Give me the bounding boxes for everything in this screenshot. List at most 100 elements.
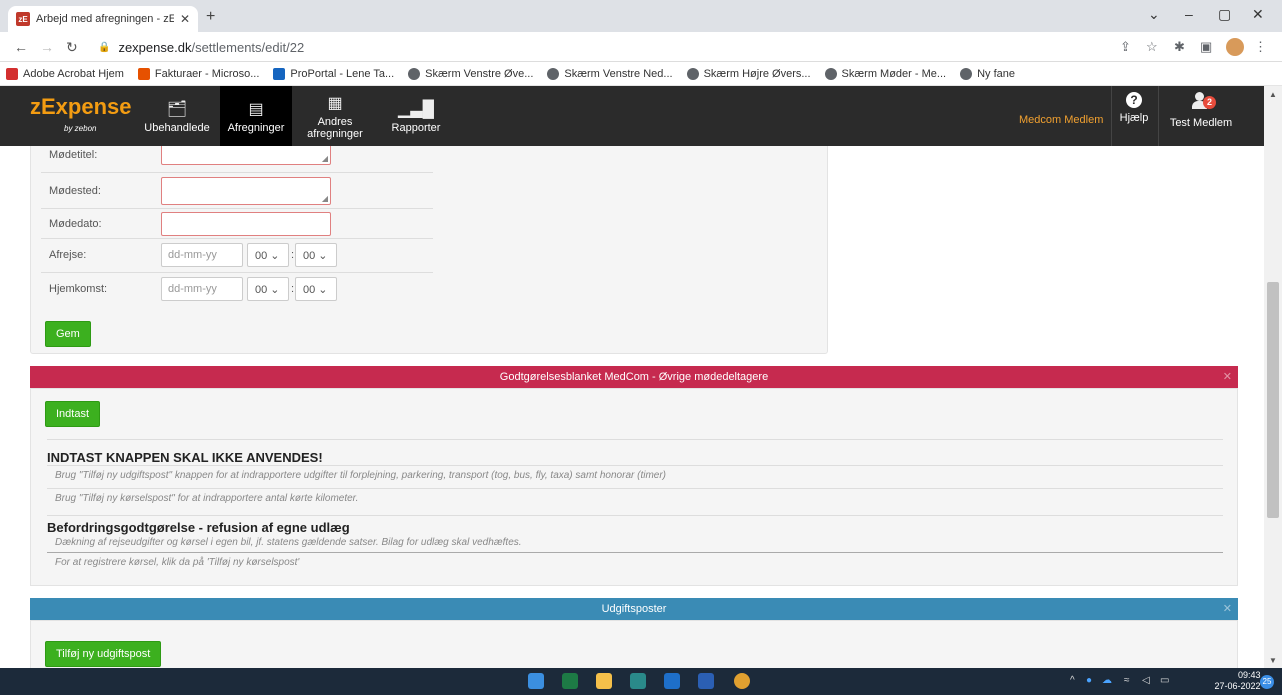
windows-taskbar: ^ ● ☁ ≈ ◁ ▭ 09:43 27-06-2022 25 <box>0 668 1282 695</box>
nav-rapporter[interactable]: ▁▃█ Rapporter <box>378 86 454 146</box>
departure-hour-select[interactable]: 00 ⌄ <box>247 243 289 267</box>
save-button[interactable]: Gem <box>45 321 91 347</box>
bookmark-item[interactable]: Ny fane <box>960 67 1015 80</box>
onedrive-icon[interactable]: ☁ <box>1102 675 1112 686</box>
zexpense-logo[interactable]: zExpense <box>30 94 132 120</box>
tray-app-icon[interactable]: ● <box>1086 675 1092 686</box>
chrome-menu-icon[interactable]: ⋮ <box>1254 39 1267 55</box>
field-label-title: Mødetitel: <box>49 149 98 161</box>
form-row: Mødedato: <box>41 209 433 239</box>
scrollbar-thumb[interactable] <box>1267 282 1279 518</box>
tab-title: Arbejd med afregningen - zExper <box>36 13 174 25</box>
bookmark-star-icon[interactable]: ☆ <box>1146 39 1158 55</box>
nav-andres-afregninger[interactable]: ▦ Andres afregninger <box>296 86 374 146</box>
scroll-down-icon[interactable]: ▼ <box>1269 656 1277 665</box>
user-badge: 2 <box>1203 96 1216 109</box>
new-tab-button[interactable]: + <box>206 8 215 26</box>
section-title: Udgiftsposter <box>601 603 667 615</box>
bookmark-item[interactable]: ProPortal - Lene Ta... <box>273 67 394 80</box>
forward-icon[interactable]: → <box>40 39 54 55</box>
tray-chevron-icon[interactable]: ^ <box>1070 675 1075 686</box>
share-icon[interactable]: ⇪ <box>1120 39 1131 55</box>
volume-icon[interactable]: ◁ <box>1142 675 1150 686</box>
url-field[interactable]: 🔒 zexpense.dk/settlements/edit/22 <box>88 36 1088 58</box>
bookmark-item[interactable]: Skærm Møder - Me... <box>824 67 946 80</box>
nav-afregninger[interactable]: ▤ Afregninger <box>220 86 292 146</box>
header-divider <box>1111 86 1112 146</box>
return-minute-select[interactable]: 00 ⌄ <box>295 277 337 301</box>
planner-icon[interactable] <box>630 673 646 689</box>
nav-ubehandlede[interactable]: 🗂 Ubehandlede <box>138 86 216 146</box>
tab-search-icon[interactable]: ⌄ <box>1148 6 1160 23</box>
browser-tabstrip: zE Arbejd med afregningen - zExper ✕ + ⌄… <box>0 0 1282 32</box>
globe-icon <box>547 67 560 80</box>
bookmark-item[interactable]: Skærm Venstre Ned... <box>547 67 673 80</box>
note-udgiftspost: Brug "Tilføj ny udgiftspost" knappen for… <box>47 465 1223 485</box>
field-label-return: Hjemkomst: <box>49 283 108 295</box>
bookmark-item[interactable]: Skærm Højre Øvers... <box>686 67 811 80</box>
globe-icon <box>960 67 973 80</box>
user-icon: 2 <box>1191 92 1216 110</box>
back-icon[interactable]: ← <box>14 39 28 55</box>
form-row: Hjemkomst: dd-mm-yy 00 ⌄ : 00 ⌄ <box>41 273 433 307</box>
return-date-input[interactable]: dd-mm-yy <box>161 277 243 301</box>
section-close-icon[interactable]: ✕ <box>1223 366 1232 388</box>
minimize-icon[interactable]: – <box>1185 6 1193 22</box>
clock-time: 09:43 <box>1238 670 1261 680</box>
document-icon: ▤ <box>248 100 264 118</box>
indtast-button[interactable]: Indtast <box>45 401 101 427</box>
window-close-icon[interactable]: ✕ <box>1252 6 1264 23</box>
bookmark-item[interactable]: Adobe Acrobat Hjem <box>6 67 124 80</box>
url-path: /settlements/edit/22 <box>191 39 305 55</box>
tab-close-icon[interactable]: ✕ <box>180 12 190 26</box>
meeting-title-input[interactable]: ◢ <box>161 146 331 165</box>
scroll-up-icon[interactable]: ▲ <box>1269 90 1277 99</box>
battery-icon[interactable]: ▭ <box>1160 675 1169 686</box>
warning-heading: INDTAST KNAPPEN SKAL IKKE ANVENDES! <box>47 450 323 465</box>
clock-date: 27-06-2022 <box>1214 681 1261 691</box>
bookmark-favicon-icon <box>137 67 150 80</box>
bookmark-favicon-icon <box>6 67 18 80</box>
extensions-icon[interactable]: ✱ <box>1174 39 1185 55</box>
page-scrollbar[interactable]: ▲ ▼ <box>1264 86 1282 668</box>
return-hour-select[interactable]: 00 ⌄ <box>247 277 289 301</box>
file-explorer-icon[interactable] <box>596 673 612 689</box>
section-close-icon[interactable]: ✕ <box>1223 598 1232 620</box>
form-row: Mødested: ◢ <box>41 173 433 209</box>
meeting-date-input[interactable] <box>161 212 331 236</box>
help-icon: ? <box>1126 92 1142 108</box>
note-korselspost: Brug "Tilføj ny kørselspost" for at indr… <box>47 488 1223 508</box>
wifi-icon[interactable]: ≈ <box>1124 675 1130 686</box>
chrome-icon[interactable] <box>734 673 750 689</box>
documents-icon: ▦ <box>327 94 343 112</box>
add-expense-button[interactable]: Tilføj ny udgiftspost <box>45 641 162 667</box>
meeting-place-input[interactable]: ◢ <box>161 177 331 205</box>
field-label-date: Mødedato: <box>49 218 102 230</box>
departure-date-input[interactable]: dd-mm-yy <box>161 243 243 267</box>
lock-icon: 🔒 <box>98 41 111 53</box>
help-button[interactable]: ? Hjælp <box>1117 92 1151 124</box>
start-icon[interactable] <box>528 673 544 689</box>
bookmark-item[interactable]: Skærm Venstre Øve... <box>408 67 533 80</box>
header-divider <box>1158 86 1159 146</box>
excel-icon[interactable] <box>562 673 578 689</box>
departure-minute-select[interactable]: 00 ⌄ <box>295 243 337 267</box>
section-title: Godtgørelsesblanket MedCom - Øvrige møde… <box>499 371 769 383</box>
profile-avatar[interactable] <box>1226 38 1244 56</box>
meeting-form-panel: Mødetitel: ◢ Mødested: ◢ Mødedato: Afrej… <box>30 146 828 354</box>
user-menu[interactable]: 2 Test Medlem <box>1166 92 1236 129</box>
maximize-icon[interactable]: ▢ <box>1218 6 1231 23</box>
bookmark-item[interactable]: Fakturaer - Microso... <box>137 67 259 80</box>
url-host: zexpense.dk <box>118 39 192 55</box>
notification-badge[interactable]: 25 <box>1260 675 1274 689</box>
field-label-place: Mødested: <box>49 185 101 197</box>
taskbar-clock[interactable]: 09:43 27-06-2022 <box>1214 670 1261 692</box>
company-switcher[interactable]: Medcom Medlem <box>1019 114 1103 126</box>
side-panel-icon[interactable]: ▣ <box>1200 39 1212 55</box>
section-header-udgiftsposter: Udgiftsposter ✕ <box>30 598 1238 620</box>
browser-tab[interactable]: zE Arbejd med afregningen - zExper ✕ <box>8 6 198 32</box>
word-icon[interactable] <box>698 673 714 689</box>
outlook-icon[interactable] <box>664 673 680 689</box>
reload-icon[interactable]: ↻ <box>66 39 78 56</box>
section-header-godtgorelse: Godtgørelsesblanket MedCom - Øvrige møde… <box>30 366 1238 388</box>
